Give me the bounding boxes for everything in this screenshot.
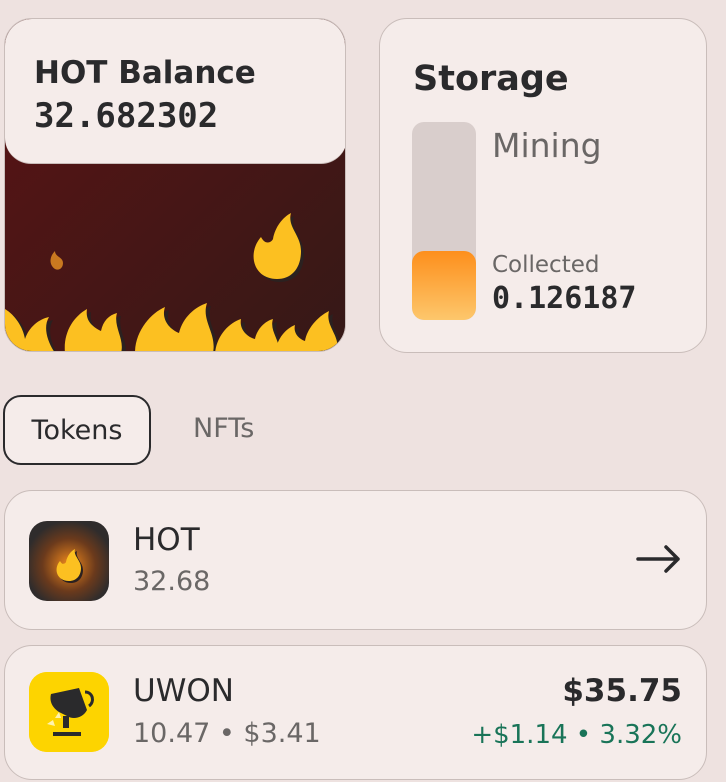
token-amount-price: 10.47 • $3.41 — [133, 718, 321, 749]
hot-flame-icon — [29, 521, 109, 601]
arrow-right-icon[interactable] — [634, 539, 684, 579]
mining-label: Mining — [492, 126, 602, 165]
balance-title: HOT Balance — [34, 55, 256, 91]
tab-nfts[interactable]: NFTs — [193, 413, 254, 444]
token-name: HOT — [133, 522, 200, 558]
uwon-trophy-icon — [29, 672, 109, 752]
balance-value: 32.682302 — [34, 96, 219, 136]
collected-label: Collected — [492, 252, 600, 278]
collected-value: 0.126187 — [492, 281, 637, 316]
token-amount: 32.68 — [133, 566, 211, 597]
token-row-hot[interactable]: HOT 32.68 — [4, 490, 707, 630]
token-name: UWON — [133, 673, 234, 709]
storage-progress-fill — [412, 250, 476, 320]
balance-header: HOT Balance 32.682302 — [5, 19, 345, 164]
hot-balance-card[interactable]: HOT Balance 32.682302 — [4, 18, 346, 352]
token-value: $35.75 — [562, 673, 682, 709]
storage-title: Storage — [413, 59, 569, 99]
tab-tokens[interactable]: Tokens — [3, 395, 151, 465]
storage-card[interactable]: Storage Mining Collected 0.126187 — [379, 18, 707, 353]
storage-progress-bar — [412, 122, 476, 320]
token-change: +$1.14 • 3.32% — [471, 720, 682, 750]
token-row-uwon[interactable]: UWON 10.47 • $3.41 $35.75 +$1.14 • 3.32% — [4, 645, 707, 780]
